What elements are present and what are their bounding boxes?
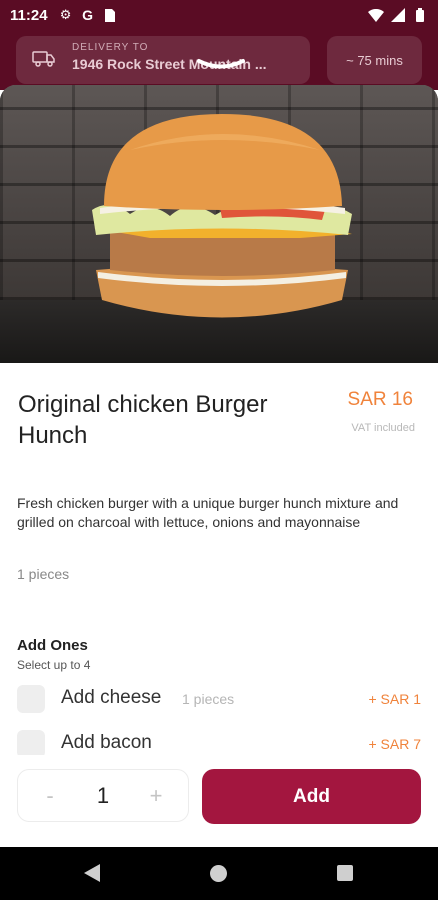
increment-button[interactable]: + — [146, 783, 166, 809]
product-price: SAR 16 — [347, 389, 413, 410]
sim-icon — [102, 7, 118, 23]
back-icon[interactable] — [84, 864, 100, 882]
vat-note: VAT included — [351, 422, 415, 434]
truck-icon — [32, 51, 55, 67]
recents-icon[interactable] — [337, 865, 353, 881]
status-bar: 11:24 ⚙ G — [0, 0, 438, 30]
quantity-value: 1 — [96, 782, 110, 808]
addon-price: + SAR 1 — [368, 691, 421, 707]
google-icon: G — [82, 7, 93, 23]
home-icon[interactable] — [210, 865, 227, 882]
product-pieces: 1 pieces — [17, 566, 70, 582]
addon-name: Add bacon — [61, 732, 152, 753]
decrement-button[interactable]: - — [40, 783, 60, 809]
addon-price: + SAR 7 — [368, 736, 421, 752]
add-to-cart-button[interactable]: Add — [202, 769, 421, 824]
addon-name: Add cheese — [61, 687, 162, 708]
product-description: Fresh chicken burger with a unique burge… — [17, 495, 399, 530]
delivery-label: DELIVERY TO — [72, 42, 149, 53]
product-sheet: Original chicken Burger Hunch SAR 16 VAT… — [0, 85, 438, 847]
eta-badge[interactable]: ~ 75 mins — [327, 36, 422, 84]
product-image — [0, 85, 438, 363]
addon-checkbox[interactable] — [17, 685, 45, 713]
addon-option-cheese[interactable]: Add cheese 1 pieces + SAR 1 — [17, 685, 421, 715]
quantity-stepper: - 1 + — [17, 769, 189, 822]
product-title: Original chicken Burger Hunch — [18, 391, 268, 449]
system-nav-bar — [0, 847, 438, 900]
addon-meta: 1 pieces — [182, 691, 235, 707]
bottom-action-bar: - 1 + Add — [0, 755, 438, 847]
wifi-icon — [368, 7, 384, 23]
delivery-location-selector[interactable]: DELIVERY TO 1946 Rock Street Mountain ..… — [16, 36, 310, 84]
addons-title: Add Ones — [17, 637, 88, 654]
signal-icon — [390, 7, 406, 23]
delivery-address: 1946 Rock Street Mountain ... — [72, 56, 267, 72]
battery-icon — [412, 7, 428, 23]
addon-checkbox[interactable] — [17, 730, 45, 758]
status-time: 11:24 — [10, 6, 48, 24]
sheet-grab-handle[interactable] — [196, 58, 246, 70]
burger-illustration — [92, 114, 352, 318]
gear-icon: ⚙ — [59, 7, 72, 22]
addons-subtitle: Select up to 4 — [17, 658, 91, 672]
